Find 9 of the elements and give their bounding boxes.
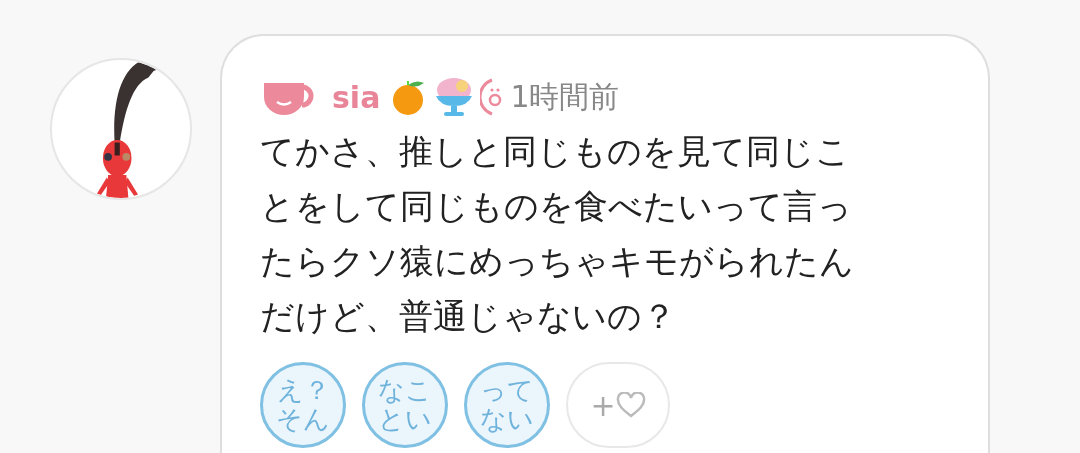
reaction-stamp[interactable]: って ない — [464, 362, 550, 448]
post-time: 1時間前 — [510, 77, 620, 116]
heart-icon — [615, 392, 646, 418]
reaction-stamp[interactable]: え？ そん — [260, 362, 346, 448]
add-reaction-button[interactable]: + — [566, 362, 670, 448]
post-text: てかさ、推しと同じものを見て同じこ とをして同じものを食べたいって言っ たらクソ猿にめっちゃキモがられたん だけど、普通じゃないの？ — [260, 130, 855, 338]
face-icon — [480, 76, 503, 118]
author-name[interactable]: sia — [332, 79, 381, 115]
reaction-stamp[interactable]: なこ とい — [362, 362, 448, 448]
